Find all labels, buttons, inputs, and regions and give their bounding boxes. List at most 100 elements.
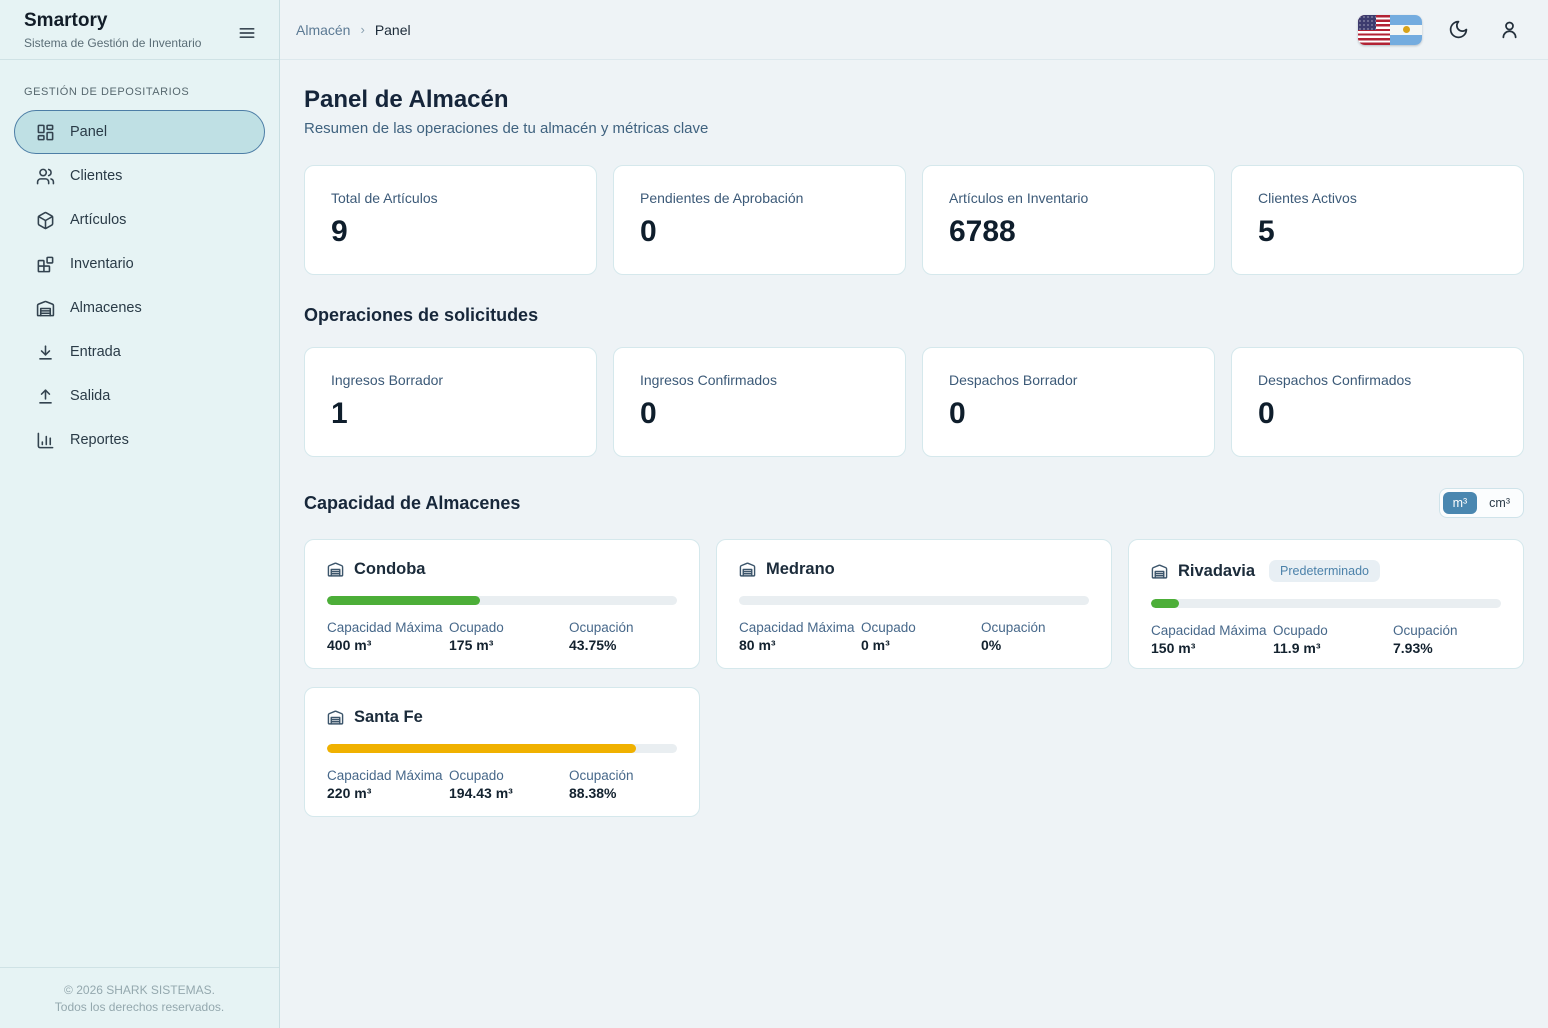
- warehouse-stats: Capacidad Máxima 80 m³ Ocupado 0 m³ Ocup…: [739, 620, 1089, 653]
- copyright-line: © 2026 SHARK SISTEMAS.: [10, 982, 269, 999]
- warehouse-icon: [1151, 563, 1168, 580]
- default-warehouse-badge: Predeterminado: [1269, 560, 1380, 582]
- max-capacity-label: Capacidad Máxima: [327, 768, 449, 783]
- max-capacity-label: Capacidad Máxima: [327, 620, 449, 635]
- sidebar: Smartory Sistema de Gestión de Inventari…: [0, 0, 280, 1028]
- us-flag-icon: [1358, 15, 1390, 45]
- breadcrumb-parent[interactable]: Almacén: [296, 22, 350, 38]
- sidebar-item-salida[interactable]: Salida: [14, 374, 265, 418]
- sidebar-item-label: Almacenes: [70, 300, 142, 316]
- stat-value: 5: [1258, 215, 1497, 249]
- max-capacity-value: 80 m³: [739, 637, 861, 653]
- max-capacity-value: 150 m³: [1151, 640, 1273, 656]
- sidebar-item-inventario[interactable]: Inventario: [14, 242, 265, 286]
- stat-label: Clientes Activos: [1258, 190, 1497, 206]
- warehouse-stats: Capacidad Máxima 150 m³ Ocupado 11.9 m³ …: [1151, 623, 1501, 656]
- unit-toggle: m³ cm³: [1439, 488, 1524, 518]
- stat-card-despachos-borrador: Despachos Borrador 0: [922, 347, 1215, 457]
- occupied-value: 194.43 m³: [449, 785, 569, 801]
- occupancy-value: 43.75%: [569, 637, 677, 653]
- stat-label: Pendientes de Aprobación: [640, 190, 879, 206]
- sidebar-item-reportes[interactable]: Reportes: [14, 418, 265, 462]
- capacity-progress-fill: [327, 744, 636, 753]
- dark-mode-button[interactable]: [1444, 15, 1473, 44]
- sidebar-collapse-button[interactable]: [231, 17, 263, 49]
- occupancy-label: Ocupación: [569, 768, 677, 783]
- warehouse-grid: Condoba Capacidad Máxima 400 m³ Ocupado …: [304, 539, 1524, 817]
- sidebar-item-panel[interactable]: Panel: [14, 110, 265, 154]
- sidebar-item-clientes[interactable]: Clientes: [14, 154, 265, 198]
- language-toggle-button[interactable]: [1358, 15, 1422, 45]
- main-area: Almacén › Panel Panel de Almacén Resumen: [280, 0, 1548, 1028]
- stat-value: 0: [949, 397, 1188, 431]
- blocks-icon: [36, 255, 55, 274]
- max-capacity-value: 220 m³: [327, 785, 449, 801]
- moon-icon: [1448, 19, 1469, 40]
- occupancy-label: Ocupación: [1393, 623, 1501, 638]
- occupancy-label: Ocupación: [981, 620, 1089, 635]
- sidebar-nav: GESTIÓN DE DEPOSITARIOS Panel Clientes A…: [0, 60, 279, 967]
- topbar: Almacén › Panel: [280, 0, 1548, 60]
- occupied-value: 11.9 m³: [1273, 640, 1393, 656]
- content: Panel de Almacén Resumen de las operacio…: [280, 60, 1548, 1028]
- stat-value: 0: [640, 397, 879, 431]
- stat-card-ingresos-confirmados: Ingresos Confirmados 0: [613, 347, 906, 457]
- stat-label: Despachos Confirmados: [1258, 372, 1497, 388]
- sidebar-item-label: Panel: [70, 124, 107, 140]
- warehouse-card-condoba: Condoba Capacidad Máxima 400 m³ Ocupado …: [304, 539, 700, 669]
- stat-label: Ingresos Borrador: [331, 372, 570, 388]
- warehouse-head: Santa Fe: [327, 708, 677, 727]
- stat-value: 6788: [949, 215, 1188, 249]
- warehouse-head: Rivadavia Predeterminado: [1151, 560, 1501, 582]
- occupancy-value: 7.93%: [1393, 640, 1501, 656]
- user-menu-button[interactable]: [1495, 15, 1524, 44]
- sidebar-item-label: Entrada: [70, 344, 121, 360]
- sidebar-item-entrada[interactable]: Entrada: [14, 330, 265, 374]
- sidebar-header: Smartory Sistema de Gestión de Inventari…: [0, 0, 279, 60]
- stat-label: Ingresos Confirmados: [640, 372, 879, 388]
- topbar-actions: [1358, 15, 1524, 45]
- unit-cm3-button[interactable]: cm³: [1479, 492, 1520, 514]
- breadcrumb: Almacén › Panel: [296, 22, 411, 38]
- page-title: Panel de Almacén: [304, 86, 1524, 114]
- stat-card-articulos-inventario: Artículos en Inventario 6788: [922, 165, 1215, 275]
- unit-m3-button[interactable]: m³: [1443, 492, 1478, 514]
- sidebar-item-articulos[interactable]: Artículos: [14, 198, 265, 242]
- warehouse-stats: Capacidad Máxima 400 m³ Ocupado 175 m³ O…: [327, 620, 677, 653]
- capacity-progress-fill: [1151, 599, 1179, 608]
- nav-section-label: GESTIÓN DE DEPOSITARIOS: [14, 74, 265, 110]
- stat-value: 0: [640, 215, 879, 249]
- chevron-right-icon: ›: [360, 22, 364, 37]
- warehouse-name: Santa Fe: [354, 708, 423, 727]
- occupied-label: Ocupado: [1273, 623, 1393, 638]
- app-name: Smartory: [24, 9, 201, 34]
- operations-grid: Ingresos Borrador 1 Ingresos Confirmados…: [304, 347, 1524, 457]
- sidebar-footer: © 2026 SHARK SISTEMAS. Todos los derecho…: [0, 967, 279, 1028]
- stat-card-clientes-activos: Clientes Activos 5: [1231, 165, 1524, 275]
- stat-label: Despachos Borrador: [949, 372, 1188, 388]
- sidebar-item-almacenes[interactable]: Almacenes: [14, 286, 265, 330]
- stat-value: 9: [331, 215, 570, 249]
- warehouse-name: Medrano: [766, 560, 835, 579]
- occupied-label: Ocupado: [449, 620, 569, 635]
- warehouse-icon: [739, 561, 756, 578]
- stat-card-pendientes-aprobacion: Pendientes de Aprobación 0: [613, 165, 906, 275]
- max-capacity-label: Capacidad Máxima: [739, 620, 861, 635]
- users-icon: [36, 167, 55, 186]
- sidebar-item-label: Reportes: [70, 432, 129, 448]
- dashboard-icon: [36, 123, 55, 142]
- stat-label: Total de Artículos: [331, 190, 570, 206]
- sidebar-item-label: Salida: [70, 388, 110, 404]
- warehouse-icon: [327, 709, 344, 726]
- stat-card-ingresos-borrador: Ingresos Borrador 1: [304, 347, 597, 457]
- stat-value: 1: [331, 397, 570, 431]
- warehouse-head: Condoba: [327, 560, 677, 579]
- occupancy-value: 88.38%: [569, 785, 677, 801]
- sidebar-item-label: Artículos: [70, 212, 126, 228]
- argentina-flag-icon: [1390, 15, 1422, 45]
- package-icon: [36, 211, 55, 230]
- capacity-progress-track: [327, 596, 677, 605]
- download-icon: [36, 343, 55, 362]
- hamburger-icon: [237, 23, 257, 43]
- sidebar-item-label: Clientes: [70, 168, 122, 184]
